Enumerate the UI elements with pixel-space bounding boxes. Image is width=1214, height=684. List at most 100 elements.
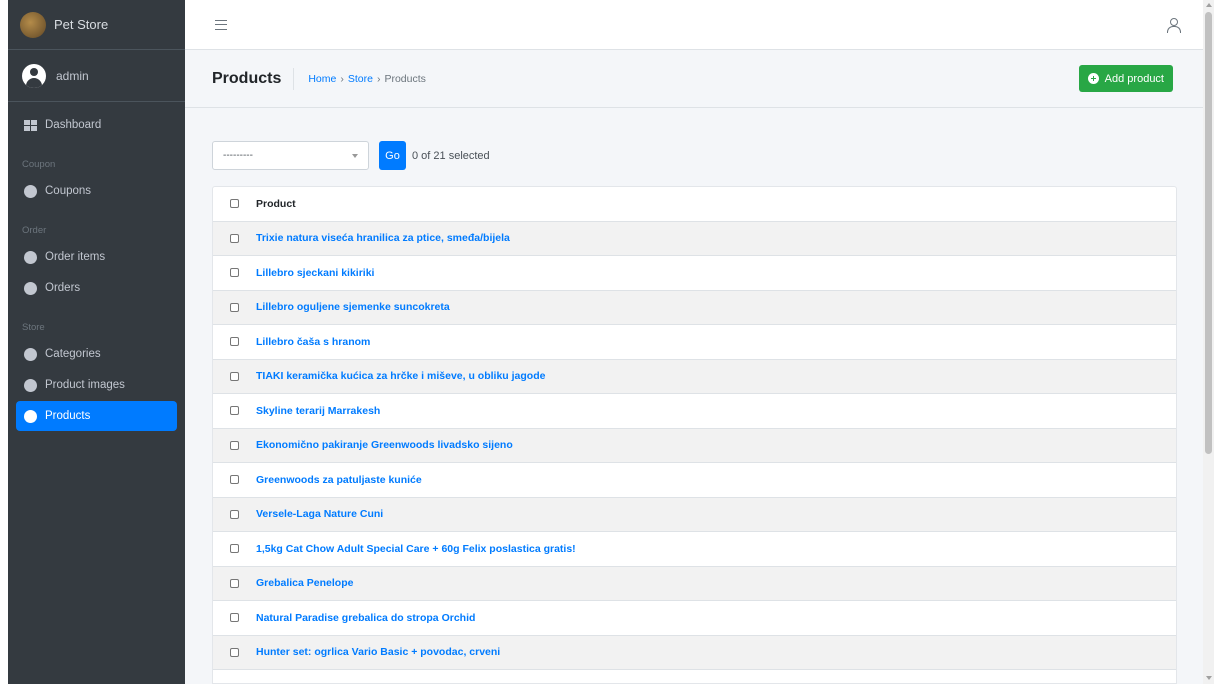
- sidebar-item-orders[interactable]: Orders: [16, 273, 177, 303]
- sidebar-item-product-images[interactable]: Product images: [16, 370, 177, 400]
- table-row: Natural Paradise grebalica do stropa Orc…: [213, 601, 1176, 636]
- sidebar-item-label: Dashboard: [45, 119, 102, 131]
- sidebar-item-label: Categories: [45, 348, 101, 360]
- select-all-checkbox[interactable]: [230, 199, 239, 209]
- window-edge: [0, 0, 8, 684]
- row-checkbox[interactable]: [230, 613, 239, 623]
- table-row: Versele-Laga Nature Cuni: [213, 497, 1176, 532]
- sidebar-item-label: Coupons: [45, 185, 92, 197]
- circle-icon: [24, 347, 37, 361]
- breadcrumb-separator: ›: [376, 72, 381, 85]
- sidebar-section-store: Store: [22, 322, 45, 333]
- content-header: Products Home › Store › Products Add pro…: [185, 50, 1203, 108]
- sidebar-nav: Dashboard Coupon Coupons Order Order ite…: [8, 102, 185, 431]
- top-navbar: [185, 0, 1203, 50]
- chevron-down-icon: [352, 153, 358, 158]
- product-link[interactable]: TIAKI keramička kućica za hrčke i miševe…: [256, 370, 545, 382]
- row-checkbox[interactable]: [230, 371, 239, 381]
- page-scrollbar[interactable]: [1203, 0, 1214, 684]
- sidebar-section-coupon: Coupon: [22, 159, 56, 170]
- product-link[interactable]: Trixie natura viseća hranilica za ptice,…: [256, 232, 510, 244]
- scrollbar-thumb[interactable]: [1205, 12, 1212, 454]
- table-body: Trixie natura viseća hranilica za ptice,…: [213, 221, 1176, 670]
- circle-icon: [24, 250, 37, 264]
- table-row: 1,5kg Cat Chow Adult Special Care + 60g …: [213, 532, 1176, 567]
- table-row: Lillebro sjeckani kikiriki: [213, 256, 1176, 291]
- sidebar-item-order-items[interactable]: Order items: [16, 242, 177, 272]
- sidebar-item-coupons[interactable]: Coupons: [16, 176, 177, 206]
- add-product-label: Add product: [1104, 72, 1164, 85]
- column-header-product[interactable]: Product: [256, 198, 296, 210]
- breadcrumb-home[interactable]: Home: [308, 73, 336, 85]
- user-avatar-icon: [22, 63, 46, 88]
- sidebar-section-order: Order: [22, 225, 47, 236]
- sidebar-item-label: Product images: [45, 379, 125, 391]
- table-row: Lillebro oguljene sjemenke suncokreta: [213, 290, 1176, 325]
- user-name: admin: [56, 68, 89, 83]
- product-link[interactable]: Natural Paradise grebalica do stropa Orc…: [256, 612, 475, 624]
- product-link[interactable]: Skyline terarij Marrakesh: [256, 405, 380, 417]
- row-checkbox[interactable]: [230, 509, 239, 519]
- circle-icon: [24, 378, 37, 392]
- breadcrumb: Home › Store › Products: [294, 73, 426, 85]
- selection-counter: 0 of 21 selected: [412, 149, 490, 162]
- product-link[interactable]: Lillebro čaša s hranom: [256, 336, 370, 348]
- action-select-value: ---------: [223, 150, 253, 161]
- product-link[interactable]: Ekonomično pakiranje Greenwoods livadsko…: [256, 439, 513, 451]
- product-link[interactable]: Grebalica Penelope: [256, 577, 353, 589]
- sidebar-item-dashboard[interactable]: Dashboard: [16, 110, 177, 140]
- row-checkbox[interactable]: [230, 268, 239, 278]
- scroll-up-arrow-icon[interactable]: [1206, 3, 1212, 7]
- row-checkbox[interactable]: [230, 337, 239, 347]
- row-checkbox[interactable]: [230, 647, 239, 657]
- user-panel[interactable]: admin: [8, 50, 185, 102]
- brand-link[interactable]: Pet Store: [8, 0, 185, 50]
- table-row: TIAKI keramička kućica za hrčke i miševe…: [213, 359, 1176, 394]
- table-header-row: Product: [213, 187, 1176, 222]
- breadcrumb-current: Products: [384, 72, 426, 85]
- go-button[interactable]: Go: [379, 141, 406, 170]
- row-checkbox[interactable]: [230, 406, 239, 416]
- table-row: Hunter set: ogrlica Vario Basic + povoda…: [213, 635, 1176, 670]
- add-product-button[interactable]: Add product: [1078, 65, 1173, 92]
- product-link[interactable]: Hunter set: ogrlica Vario Basic + povoda…: [256, 646, 500, 658]
- bulk-actions: --------- Go 0 of 21 selected: [212, 141, 490, 170]
- product-link[interactable]: Versele-Laga Nature Cuni: [256, 508, 383, 520]
- dashboard-grid-icon: [24, 119, 37, 131]
- breadcrumb-store[interactable]: Store: [348, 73, 373, 85]
- row-checkbox[interactable]: [230, 233, 239, 243]
- sidebar-item-categories[interactable]: Categories: [16, 339, 177, 369]
- product-link[interactable]: Lillebro sjeckani kikiriki: [256, 267, 374, 279]
- table-row: Trixie natura viseća hranilica za ptice,…: [213, 221, 1176, 256]
- product-link[interactable]: Lillebro oguljene sjemenke suncokreta: [256, 301, 450, 313]
- product-link[interactable]: Greenwoods za patuljaste kuniće: [256, 474, 422, 486]
- sidebar: Pet Store admin Dashboard Coupon Coupons…: [8, 0, 185, 684]
- sidebar-item-label: Orders: [45, 282, 81, 294]
- product-link[interactable]: 1,5kg Cat Chow Adult Special Care + 60g …: [256, 543, 576, 555]
- brand-name: Pet Store: [54, 17, 109, 32]
- sidebar-item-label: Order items: [45, 251, 106, 263]
- row-checkbox[interactable]: [230, 475, 239, 485]
- circle-icon: [24, 184, 37, 198]
- action-select[interactable]: ---------: [212, 141, 369, 170]
- circle-icon: [24, 409, 37, 423]
- user-account-icon[interactable]: [1167, 17, 1181, 33]
- circle-icon: [24, 281, 37, 295]
- table-row: Greenwoods za patuljaste kuniće: [213, 463, 1176, 498]
- row-checkbox[interactable]: [230, 302, 239, 312]
- products-table: Product Trixie natura viseća hranilica z…: [212, 186, 1177, 684]
- scroll-down-arrow-icon[interactable]: [1206, 676, 1212, 680]
- table-row: Lillebro čaša s hranom: [213, 325, 1176, 360]
- table-row: Ekonomično pakiranje Greenwoods livadsko…: [213, 428, 1176, 463]
- row-checkbox[interactable]: [230, 544, 239, 554]
- page-title: Products: [212, 67, 295, 90]
- row-checkbox[interactable]: [230, 440, 239, 450]
- row-checkbox[interactable]: [230, 578, 239, 588]
- table-row: Grebalica Penelope: [213, 566, 1176, 601]
- plus-circle-icon: [1087, 73, 1099, 84]
- hamburger-menu-icon[interactable]: [215, 19, 227, 30]
- sidebar-item-products[interactable]: Products: [16, 401, 177, 431]
- sidebar-item-label: Products: [45, 410, 91, 422]
- brand-logo-icon: [20, 11, 46, 38]
- table-row: Skyline terarij Marrakesh: [213, 394, 1176, 429]
